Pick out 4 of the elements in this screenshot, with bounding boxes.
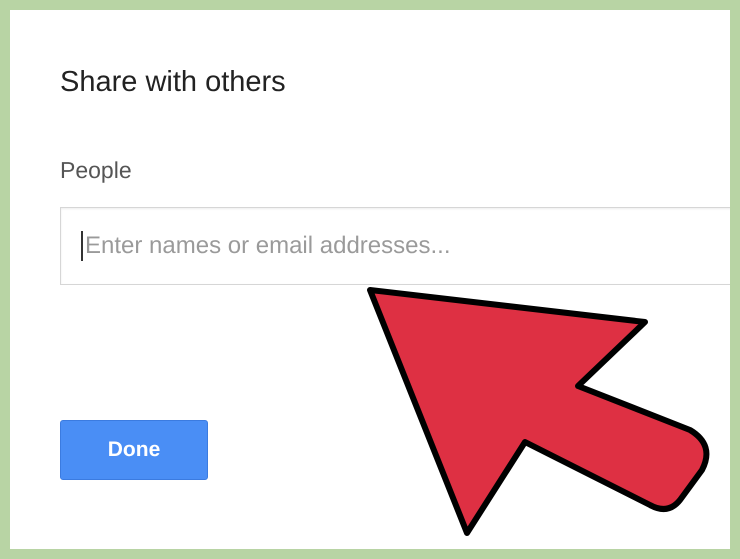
people-label: People bbox=[60, 157, 133, 184]
people-field[interactable]: Enter names or email addresses... bbox=[60, 207, 730, 285]
done-button[interactable]: Done bbox=[60, 420, 208, 480]
dialog-title: Share with others bbox=[60, 66, 287, 99]
